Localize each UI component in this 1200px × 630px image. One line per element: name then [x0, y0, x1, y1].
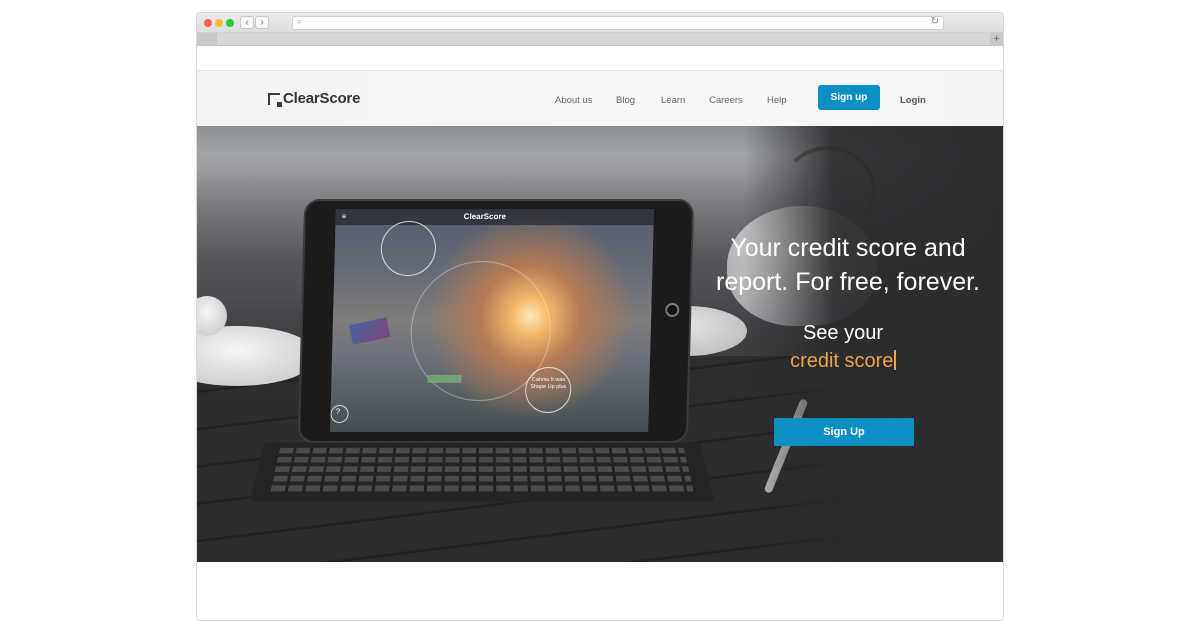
back-button[interactable]: ‹	[240, 16, 254, 29]
tablet-screen: ≡ ClearScore ? Cahmu lt was Shape Up plu…	[330, 209, 654, 432]
tablet-app-logo: ClearScore	[463, 212, 507, 221]
keyboard-image	[249, 442, 715, 502]
search-icon: ⌕	[297, 16, 303, 26]
tablet-device-image: ≡ ClearScore ? Cahmu lt was Shape Up plu…	[297, 199, 695, 443]
login-link[interactable]: Login	[900, 95, 926, 106]
hero-title: Your credit score and report. For free, …	[716, 234, 980, 296]
signup-button-header[interactable]: Sign up	[818, 85, 880, 110]
new-tab-button[interactable]: +	[990, 33, 1003, 45]
browser-titlebar: ‹ › ⌕ ↻	[197, 13, 1003, 33]
forward-button[interactable]: ›	[255, 16, 269, 29]
tablet-app-topbar: ≡ ClearScore	[335, 209, 654, 225]
hero-rotating-word: credit score	[790, 350, 894, 372]
maximize-window-icon[interactable]	[226, 19, 234, 27]
clearscore-logo[interactable]: ClearScore	[268, 90, 360, 107]
credit-card-image	[349, 317, 391, 345]
hero-subtitle: See your	[802, 322, 884, 344]
site-header: ClearScore About us Blog Learn Careers H…	[197, 70, 1003, 126]
hero-section: ≡ ClearScore ? Cahmu lt was Shape Up plu…	[197, 126, 1003, 562]
hero-rotating-text: credit score	[743, 350, 943, 373]
tablet-prompt-text: Cahmu lt was Shape Up plus	[530, 377, 567, 390]
reload-icon[interactable]: ↻	[931, 16, 939, 27]
logo-text: ClearScore	[283, 90, 361, 107]
nav-careers[interactable]: Careers	[709, 95, 743, 106]
home-button-icon	[665, 303, 680, 317]
score-ring-small	[380, 221, 437, 276]
text-cursor-icon	[894, 350, 896, 370]
hamburger-menu-icon: ≡	[341, 212, 347, 221]
help-icon: ?	[335, 407, 341, 416]
clearscore-logo-icon	[268, 92, 282, 107]
address-bar[interactable]: ⌕ ↻	[292, 16, 944, 30]
nav-learn[interactable]: Learn	[661, 95, 685, 106]
tablet-green-bar	[427, 375, 462, 383]
tab-bar: +	[197, 33, 1003, 46]
minimize-window-icon[interactable]	[215, 19, 223, 27]
nav-blog[interactable]: Blog	[616, 95, 635, 106]
signup-button-hero[interactable]: Sign Up	[774, 418, 914, 446]
nav-about-us[interactable]: About us	[555, 95, 593, 106]
close-window-icon[interactable]	[204, 19, 212, 27]
nav-help[interactable]: Help	[767, 95, 787, 106]
tab-overview-button[interactable]	[197, 33, 217, 45]
browser-window: ‹ › ⌕ ↻ + ClearScore About us Blog Learn…	[196, 12, 1004, 621]
